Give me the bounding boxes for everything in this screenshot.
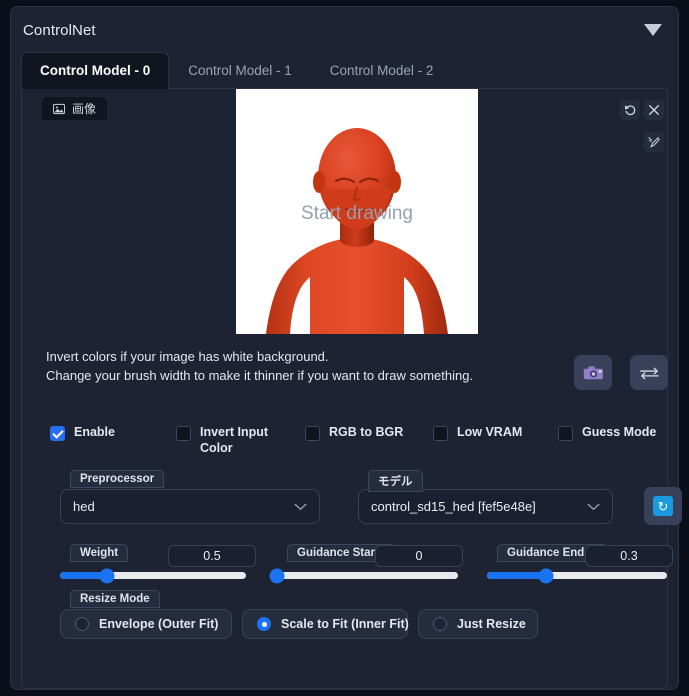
- checkbox-guess-mode[interactable]: Guess Mode: [558, 424, 656, 441]
- hint-line-1: Invert colors if your image has white ba…: [46, 349, 329, 364]
- checkbox-box[interactable]: [176, 426, 191, 441]
- model-label: モデル: [368, 470, 423, 492]
- preprocessor-value: hed: [73, 499, 95, 514]
- radio-label: Scale to Fit (Inner Fit): [281, 617, 409, 631]
- radio-button[interactable]: [75, 617, 89, 631]
- guidance-end-slider-fill: [487, 572, 547, 579]
- controlnet-panel-root: ControlNet Control Model - 0 Control Mod…: [0, 0, 689, 696]
- checkbox-label: Low VRAM: [457, 425, 523, 439]
- tab-image-label: 画像: [72, 102, 97, 116]
- tab-control-model-0[interactable]: Control Model - 0: [21, 52, 170, 89]
- checkbox-box[interactable]: [305, 426, 320, 441]
- checkbox-box[interactable]: [558, 426, 573, 441]
- page-title: ControlNet: [23, 21, 96, 39]
- panel-header: ControlNet: [11, 7, 678, 53]
- guidance-start-slider-thumb[interactable]: [269, 568, 285, 583]
- mannequin-figure: [266, 128, 448, 334]
- radio-scale-to-fit-inner-fit[interactable]: Scale to Fit (Inner Fit): [242, 609, 409, 639]
- chevron-down-icon: [294, 503, 307, 510]
- checkbox-enable[interactable]: Enable: [50, 424, 115, 441]
- swap-arrows-icon[interactable]: [630, 355, 668, 390]
- checkbox-low-vram[interactable]: Low VRAM: [433, 424, 522, 441]
- model-value: control_sd15_hed [fef5e48e]: [371, 499, 536, 514]
- image-icon: [53, 103, 65, 114]
- checkbox-box[interactable]: [433, 426, 448, 441]
- preprocessor-label: Preprocessor: [70, 470, 165, 488]
- guidance-end-slider-track[interactable]: [487, 568, 667, 583]
- checkbox-box[interactable]: [50, 426, 65, 441]
- options-checkbox-row: Enable Invert Input Color RGB to BGR Low…: [50, 419, 666, 463]
- canvas-hints: Invert colors if your image has white ba…: [46, 347, 473, 385]
- radio-label: Just Resize: [457, 617, 526, 631]
- checkbox-label: RGB to BGR: [329, 425, 404, 439]
- close-icon[interactable]: [644, 100, 664, 120]
- chevron-down-icon: [587, 503, 600, 510]
- chevron-down-icon[interactable]: [642, 21, 664, 39]
- guidance-end-slider-thumb[interactable]: [538, 568, 554, 583]
- webcam-icon[interactable]: [574, 355, 612, 390]
- control-model-tabs: Control Model - 0 Control Model - 1 Cont…: [21, 52, 668, 89]
- checkbox-label: Invert Input Color: [200, 425, 269, 455]
- tab-label: Control Model - 2: [329, 63, 434, 78]
- tab-label: Control Model - 0: [40, 63, 151, 78]
- tab-image[interactable]: 画像: [42, 97, 108, 120]
- model-select[interactable]: control_sd15_hed [fef5e48e]: [358, 489, 613, 524]
- guidance-end-value-input[interactable]: 0.3: [585, 545, 673, 567]
- tab-label: Control Model - 1: [188, 63, 292, 78]
- preprocessor-select[interactable]: hed: [60, 489, 320, 524]
- guidance-start-slider-track[interactable]: [269, 568, 458, 583]
- hint-line-2: Change your brush width to make it thinn…: [46, 368, 474, 383]
- drawing-canvas[interactable]: Start drawing: [236, 89, 478, 334]
- refresh-models-button[interactable]: ↻: [644, 487, 682, 525]
- radio-envelope-outer-fit[interactable]: Envelope (Outer Fit): [60, 609, 232, 639]
- drawing-canvas-wrap: Start drawing: [236, 89, 478, 334]
- weight-value-input[interactable]: 0.5: [168, 545, 256, 567]
- refresh-icon: ↻: [653, 496, 673, 516]
- undo-icon[interactable]: [620, 100, 640, 120]
- brush-icon[interactable]: [644, 132, 664, 152]
- checkbox-label: Guess Mode: [582, 425, 657, 439]
- radio-button[interactable]: [433, 617, 447, 631]
- resize-mode-label: Resize Mode: [70, 590, 160, 608]
- guidance-start-value-input[interactable]: 0: [375, 545, 463, 567]
- tab-control-model-2[interactable]: Control Model - 2: [311, 52, 453, 88]
- radio-just-resize[interactable]: Just Resize: [418, 609, 538, 639]
- weight-slider-thumb[interactable]: [99, 568, 114, 583]
- weight-label: Weight: [70, 544, 129, 562]
- checkbox-invert-input-color[interactable]: Invert Input Color: [176, 424, 278, 456]
- weight-slider-track[interactable]: [60, 568, 246, 583]
- controlnet-accordion: ControlNet Control Model - 0 Control Mod…: [10, 6, 682, 690]
- radio-button[interactable]: [257, 617, 271, 631]
- tab-control-model-1[interactable]: Control Model - 1: [169, 52, 311, 88]
- radio-label: Envelope (Outer Fit): [99, 617, 219, 631]
- checkbox-rgb-to-bgr[interactable]: RGB to BGR: [305, 424, 403, 441]
- checkbox-label: Enable: [74, 425, 115, 439]
- control-model-0-content: 画像 Start drawing Invert colors if your i…: [21, 89, 682, 689]
